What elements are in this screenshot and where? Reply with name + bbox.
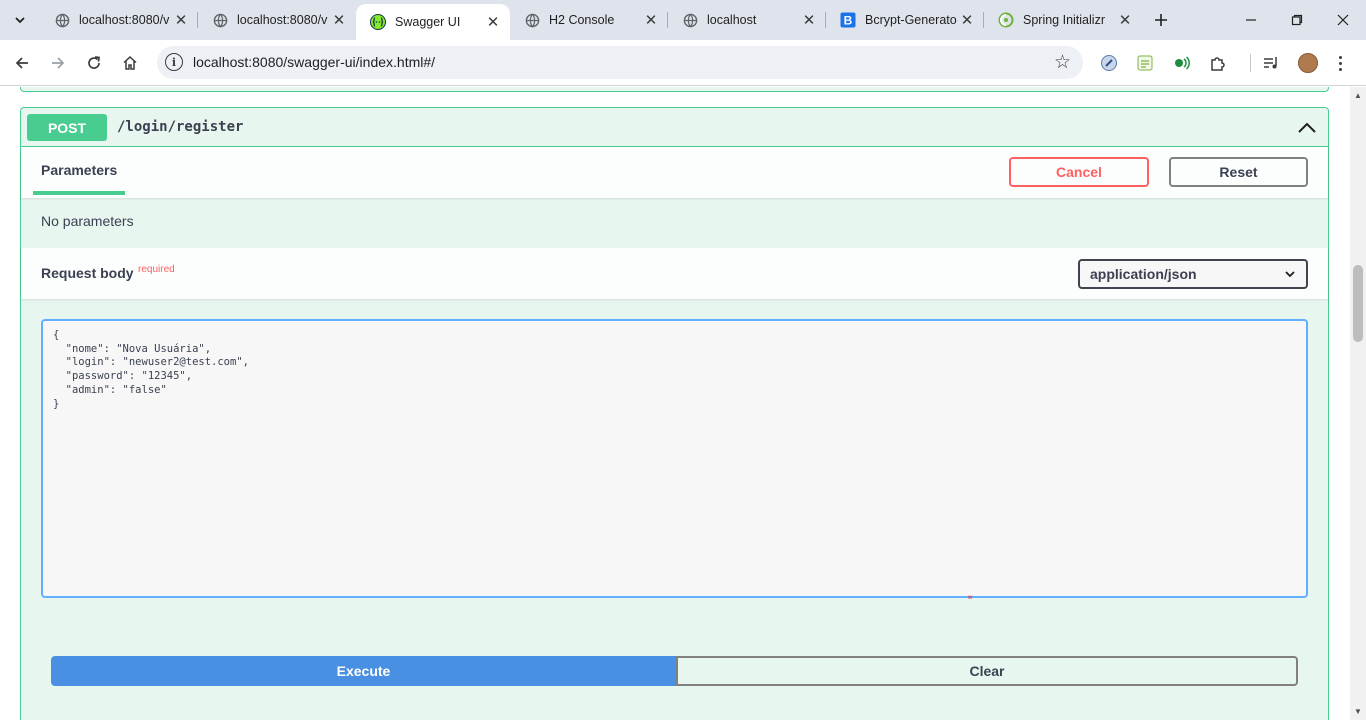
- chevron-down-icon: [1285, 271, 1295, 278]
- reload-icon: [88, 56, 100, 69]
- spring-icon: [998, 12, 1014, 28]
- close-icon[interactable]: ✕: [484, 13, 502, 31]
- browser-tab-7[interactable]: Spring Initializr ✕: [984, 0, 1142, 40]
- parameters-header: Parameters Cancel Reset: [21, 147, 1328, 198]
- browser-tab-title: localhost: [707, 13, 757, 27]
- home-button[interactable]: [116, 49, 144, 77]
- browser-tab-2[interactable]: localhost:8080/v ✕: [198, 0, 356, 40]
- previous-operation-block: [20, 87, 1329, 92]
- page-viewport: POST /login/register Parameters Cancel R…: [0, 87, 1350, 720]
- address-bar-url[interactable]: localhost:8080/swagger-ui/index.html#/: [193, 54, 435, 70]
- minimize-button[interactable]: [1228, 0, 1274, 40]
- browser-toolbar: i localhost:8080/swagger-ui/index.html#/…: [0, 40, 1366, 86]
- close-window-button[interactable]: [1320, 0, 1366, 40]
- reload-button[interactable]: [80, 49, 108, 77]
- scrollbar-thumb[interactable]: [1353, 265, 1363, 342]
- reset-button[interactable]: Reset: [1169, 157, 1308, 187]
- address-bar[interactable]: i localhost:8080/swagger-ui/index.html#/…: [157, 46, 1083, 79]
- toolbar-divider: [1250, 54, 1251, 72]
- http-method-badge: POST: [27, 114, 107, 141]
- close-icon[interactable]: ✕: [958, 11, 976, 29]
- clear-button[interactable]: Clear: [676, 656, 1298, 686]
- browser-tab-1[interactable]: localhost:8080/v ✕: [40, 0, 198, 40]
- back-button[interactable]: [8, 49, 36, 77]
- close-icon: [1337, 14, 1349, 26]
- browser-tab-title: localhost:8080/v: [237, 13, 328, 27]
- extension-icon-1[interactable]: [1100, 54, 1118, 72]
- browser-tab-title: Bcrypt-Generato: [865, 13, 957, 27]
- browser-tab-title: H2 Console: [549, 13, 615, 27]
- scroll-down-arrow-icon[interactable]: ▼: [1354, 707, 1362, 716]
- content-type-value: application/json: [1090, 266, 1197, 282]
- browser-tab-4[interactable]: H2 Console ✕: [510, 0, 668, 40]
- scroll-up-arrow-icon[interactable]: ▲: [1354, 91, 1362, 100]
- swagger-icon: [370, 14, 386, 30]
- minimize-icon: [1246, 19, 1256, 21]
- cancel-button[interactable]: Cancel: [1009, 157, 1149, 187]
- chevron-up-icon[interactable]: [1296, 117, 1318, 139]
- operation-post-login-register: POST /login/register Parameters Cancel R…: [20, 107, 1329, 720]
- browser-tab-5[interactable]: localhost ✕: [668, 0, 826, 40]
- request-body-editor[interactable]: { "nome": "Nova Usuária", "login": "newu…: [41, 319, 1308, 598]
- spellcheck-mark: ʷ: [968, 593, 973, 603]
- globe-icon: [54, 12, 70, 28]
- profile-avatar[interactable]: [1298, 53, 1318, 73]
- request-body-title: Request body: [41, 265, 134, 281]
- tab-strip: localhost:8080/v ✕ localhost:8080/v ✕ Sw…: [0, 0, 1366, 40]
- new-tab-button[interactable]: [1150, 9, 1172, 31]
- extensions-puzzle-icon[interactable]: [1209, 54, 1227, 72]
- plus-icon: [1155, 14, 1167, 26]
- browser-tab-title: Swagger UI: [395, 15, 461, 29]
- home-icon: [123, 55, 137, 70]
- close-icon[interactable]: ✕: [642, 11, 660, 29]
- arrow-left-icon: [15, 57, 28, 69]
- bookmark-star-icon[interactable]: ☆: [1054, 51, 1071, 74]
- page-scrollbar[interactable]: ▲ ▼: [1350, 87, 1366, 720]
- extension-icon-3[interactable]: [1172, 54, 1190, 72]
- arrow-right-icon: [52, 57, 65, 69]
- globe-icon: [212, 12, 228, 28]
- globe-icon: [682, 12, 698, 28]
- browser-tab-title: Spring Initializr: [1023, 13, 1105, 27]
- required-label: required: [138, 264, 175, 275]
- forward-button[interactable]: [44, 49, 72, 77]
- tab-search-button[interactable]: [8, 8, 32, 32]
- svg-text:B: B: [844, 14, 853, 28]
- extension-icon-2[interactable]: [1136, 54, 1154, 72]
- browser-menu-icon[interactable]: [1330, 51, 1350, 75]
- close-icon[interactable]: ✕: [1116, 11, 1134, 29]
- close-icon[interactable]: ✕: [330, 11, 348, 29]
- operation-path: /login/register: [117, 119, 244, 135]
- browser-tab-3-active[interactable]: Swagger UI ✕: [356, 4, 510, 40]
- no-parameters-text: No parameters: [41, 213, 134, 229]
- globe-icon: [524, 12, 540, 28]
- browser-tab-6[interactable]: B Bcrypt-Generato ✕: [826, 0, 984, 40]
- content-type-select[interactable]: application/json: [1078, 259, 1308, 289]
- close-icon[interactable]: ✕: [800, 11, 818, 29]
- media-control-icon[interactable]: [1262, 54, 1280, 72]
- bcrypt-b-icon: B: [840, 12, 856, 28]
- close-icon[interactable]: ✕: [172, 11, 190, 29]
- execute-button[interactable]: Execute: [51, 656, 676, 686]
- tab-parameters[interactable]: Parameters: [33, 147, 126, 195]
- browser-tab-title: localhost:8080/v: [79, 13, 170, 27]
- restore-button[interactable]: [1274, 0, 1320, 40]
- restore-icon: [1291, 14, 1303, 26]
- operation-summary[interactable]: POST /login/register: [21, 108, 1328, 147]
- chevron-down-icon: [15, 17, 25, 24]
- site-info-icon[interactable]: i: [165, 53, 183, 71]
